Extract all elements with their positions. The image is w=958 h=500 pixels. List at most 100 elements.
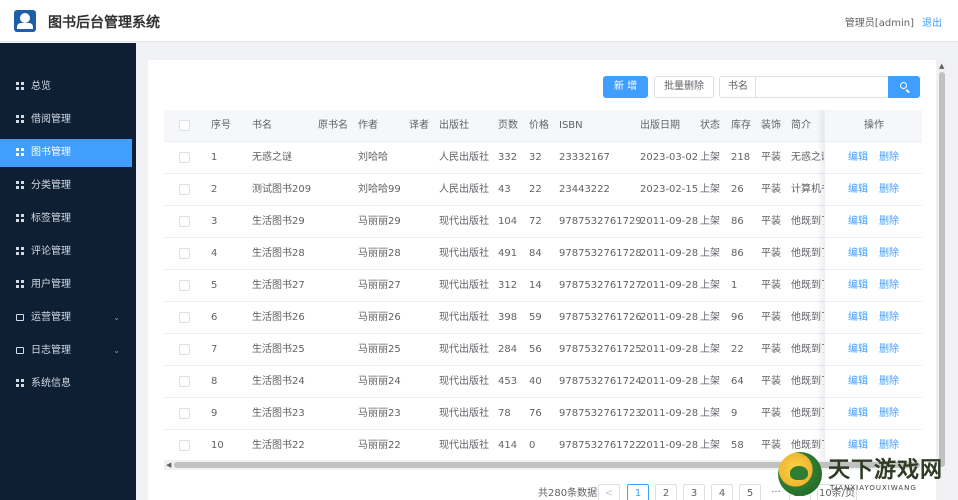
table-cell: 2023-03-02: [640, 152, 699, 163]
books-table: 序号 书名 原书名 作者 译者 出版社 页数 价格 ISBN 出版日期 状态 库…: [164, 110, 922, 500]
row-checkbox[interactable]: [179, 152, 190, 163]
operations-cell: 编辑 删除: [825, 302, 922, 334]
delete-link[interactable]: 删除: [879, 142, 899, 173]
scroll-left-icon[interactable]: ◀: [166, 460, 171, 470]
table-cell: 414: [498, 440, 518, 451]
chevron-down-icon: ⌄: [113, 313, 120, 322]
sidebar-item-operations[interactable]: 运营管理 ⌄: [0, 304, 136, 332]
edit-link[interactable]: 编辑: [848, 142, 868, 173]
column-header: 装饰: [761, 120, 781, 131]
delete-link[interactable]: 删除: [879, 270, 899, 301]
sidebar-item-label: 借阅管理: [31, 114, 71, 125]
edit-link[interactable]: 编辑: [848, 302, 868, 333]
page-5-button[interactable]: 5: [739, 484, 761, 500]
edit-link[interactable]: 编辑: [848, 174, 868, 205]
delete-link[interactable]: 删除: [879, 334, 899, 365]
row-checkbox[interactable]: [179, 408, 190, 419]
vertical-scrollbar[interactable]: ▲: [937, 60, 947, 500]
edit-link[interactable]: 编辑: [848, 206, 868, 237]
table-cell: 生活图书24: [252, 376, 305, 387]
sidebar-item-borrow[interactable]: 借阅管理: [0, 106, 136, 134]
table-cell: 人民出版社: [439, 152, 489, 163]
table-cell: 9787532761729: [559, 216, 642, 227]
row-checkbox[interactable]: [179, 184, 190, 195]
sidebar-item-logs[interactable]: 日志管理 ⌄: [0, 337, 136, 365]
sidebar-item-books[interactable]: 图书管理: [0, 139, 132, 167]
table-cell: 1: [731, 280, 738, 291]
table-cell: 6: [211, 312, 218, 323]
operations-cell: 编辑 删除: [825, 398, 922, 430]
grid-icon: [16, 247, 24, 255]
edit-link[interactable]: 编辑: [848, 366, 868, 397]
delete-link[interactable]: 删除: [879, 302, 899, 333]
row-checkbox[interactable]: [179, 344, 190, 355]
table-cell: 2011-09-28: [640, 216, 699, 227]
page-1-button[interactable]: 1: [627, 484, 649, 500]
search-input[interactable]: [755, 76, 889, 98]
app-title: 图书后台管理系统: [48, 15, 160, 31]
table-cell: 86: [731, 248, 744, 259]
table-cell: 2011-09-28: [640, 312, 699, 323]
operations-cell: 编辑 删除: [825, 334, 922, 366]
row-checkbox[interactable]: [179, 248, 190, 259]
sidebar-item-comments[interactable]: 评论管理: [0, 238, 136, 266]
search-button[interactable]: [888, 76, 920, 98]
row-checkbox[interactable]: [179, 280, 190, 291]
page-4-button[interactable]: 4: [711, 484, 733, 500]
sidebar-item-category[interactable]: 分类管理: [0, 172, 136, 200]
table-cell: 23443222: [559, 184, 610, 195]
delete-link[interactable]: 删除: [879, 206, 899, 237]
operations-cell: 编辑 删除: [825, 366, 922, 398]
sidebar-item-tags[interactable]: 标签管理: [0, 205, 136, 233]
row-checkbox[interactable]: [179, 216, 190, 227]
edit-link[interactable]: 编辑: [848, 270, 868, 301]
page-3-button[interactable]: 3: [683, 484, 705, 500]
table-cell: 人民出版社: [439, 184, 489, 195]
table-cell: 9787532761725: [559, 344, 642, 355]
sidebar-item-system-info[interactable]: 系统信息: [0, 370, 136, 398]
page-2-button[interactable]: 2: [655, 484, 677, 500]
row-checkbox[interactable]: [179, 376, 190, 387]
table-cell: 9787532761728: [559, 248, 642, 259]
column-header: 作者: [358, 120, 378, 131]
sidebar-item-overview[interactable]: 总览: [0, 73, 136, 101]
delete-link[interactable]: 删除: [879, 238, 899, 269]
grid-icon: [16, 280, 24, 288]
table-cell: 9787532761722: [559, 440, 642, 451]
app-header: 图书后台管理系统 管理员[admin] 退出: [0, 0, 958, 42]
table-cell: 9787532761723: [559, 408, 642, 419]
row-checkbox[interactable]: [179, 440, 190, 451]
table-cell: 9787532761724: [559, 376, 642, 387]
prev-page-button[interactable]: <: [598, 484, 620, 500]
table-row: 1 无惑之谜 刘哈哈 人民出版社 332 32 23332167 2023-03-02 上架 21…: [164, 142, 922, 174]
edit-link[interactable]: 编辑: [848, 398, 868, 429]
table-cell: 平装: [761, 312, 781, 323]
sidebar-item-users[interactable]: 用户管理: [0, 271, 136, 299]
sidebar-item-label: 运营管理: [31, 312, 71, 323]
batch-delete-button[interactable]: 批量删除: [654, 76, 714, 98]
add-button[interactable]: 新 增: [603, 76, 648, 98]
table-cell: 4: [211, 248, 218, 259]
operations-cell: 编辑 删除: [825, 174, 922, 206]
row-checkbox[interactable]: [179, 312, 190, 323]
delete-link[interactable]: 删除: [879, 398, 899, 429]
scrollbar-thumb[interactable]: [939, 72, 945, 467]
scroll-up-icon[interactable]: ▲: [939, 62, 944, 70]
table-cell: 生活图书22: [252, 440, 305, 451]
table-cell: 马丽丽24: [358, 376, 401, 387]
table-cell: 58: [731, 440, 744, 451]
delete-link[interactable]: 删除: [879, 366, 899, 397]
sidebar-item-label: 日志管理: [31, 345, 71, 356]
table-cell: 马丽丽26: [358, 312, 401, 323]
edit-link[interactable]: 编辑: [848, 334, 868, 365]
logout-link[interactable]: 退出: [922, 18, 942, 29]
table-cell: 现代出版社: [439, 440, 489, 451]
select-all-checkbox[interactable]: [179, 120, 190, 131]
grid-icon: [16, 181, 24, 189]
edit-link[interactable]: 编辑: [848, 238, 868, 269]
sidebar-item-label: 系统信息: [31, 378, 71, 389]
table-cell: 上架: [700, 184, 720, 195]
table-cell: 上架: [700, 312, 720, 323]
delete-link[interactable]: 删除: [879, 174, 899, 205]
search-field-select[interactable]: 书名: [719, 76, 755, 98]
